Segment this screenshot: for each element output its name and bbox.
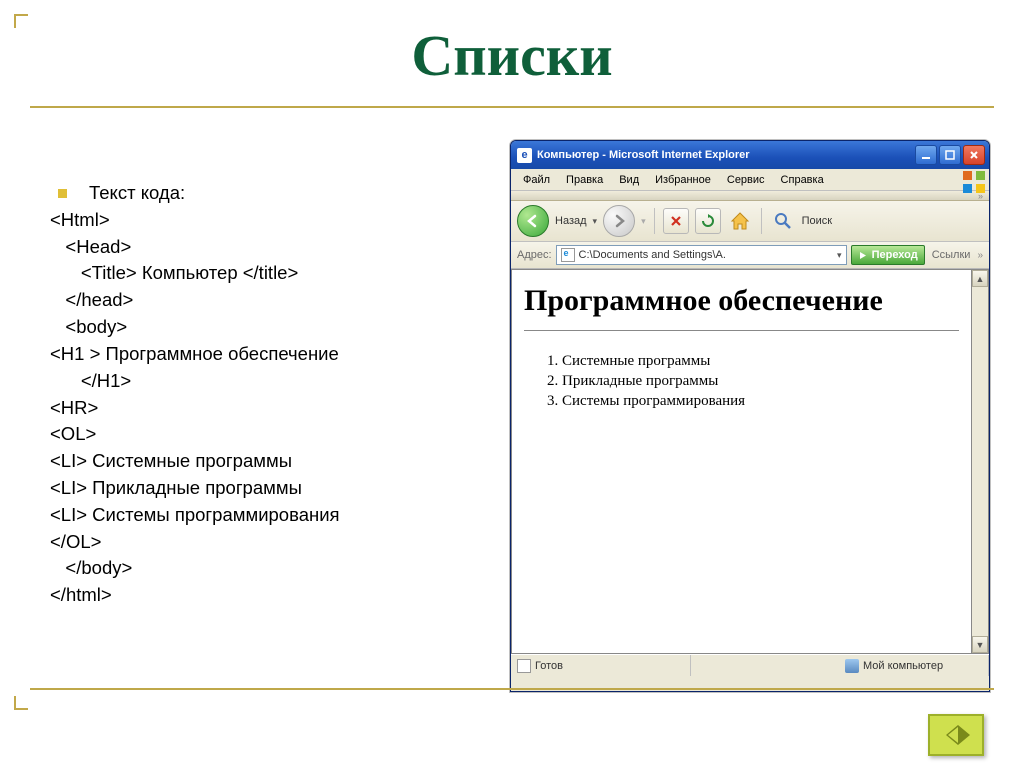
address-input[interactable]: C:\Documents and Settings\А. ▾ [556, 245, 847, 265]
corner-decoration-bl [14, 696, 28, 710]
code-line: <OL> [50, 421, 470, 448]
code-line: </OL> [50, 529, 470, 556]
back-button[interactable] [517, 205, 549, 237]
address-bar: Адрес: C:\Documents and Settings\А. ▾ Пе… [511, 242, 989, 269]
navigation-toolbar: Назад ▾ ▾ Поиск [511, 201, 989, 242]
code-line: <body> [50, 314, 470, 341]
maximize-button[interactable] [939, 145, 961, 165]
stop-button[interactable] [663, 208, 689, 234]
ie-icon: e [517, 148, 532, 163]
forward-button[interactable] [603, 205, 635, 237]
mycomputer-icon [845, 659, 859, 673]
code-line: <Head> [50, 234, 470, 261]
page-content: Программное обеспечение Системные програ… [511, 269, 972, 654]
code-line: <Html> [50, 207, 470, 234]
scroll-down-icon[interactable]: ▼ [972, 636, 988, 653]
fwd-dropdown-icon[interactable]: ▾ [641, 216, 646, 227]
status-zone: Мой компьютер [863, 660, 943, 672]
menu-edit[interactable]: Правка [558, 172, 611, 188]
search-button-icon[interactable] [770, 208, 796, 234]
search-label[interactable]: Поиск [802, 215, 832, 227]
scroll-track[interactable] [972, 287, 988, 636]
code-line: </body> [50, 555, 470, 582]
page-hr [524, 330, 959, 331]
menu-bar: Файл Правка Вид Избранное Сервис Справка [511, 169, 989, 191]
code-text-block: Текст кода: <Html> <Head> <Title> Компью… [50, 180, 470, 609]
list-item: Прикладные программы [562, 373, 959, 390]
status-ready: Готов [535, 660, 563, 672]
bullet-icon [58, 189, 67, 198]
address-dropdown-icon[interactable]: ▾ [837, 250, 842, 261]
code-line: </head> [50, 287, 470, 314]
address-value: C:\Documents and Settings\А. [579, 249, 726, 261]
go-label: Переход [872, 249, 918, 261]
windows-logo-icon [963, 171, 985, 193]
code-line: <LI> Системы программирования [50, 502, 470, 529]
code-line: </html> [50, 582, 470, 609]
close-button[interactable] [963, 145, 985, 165]
code-line: </H1> [50, 368, 470, 395]
home-button[interactable] [727, 208, 753, 234]
next-slide-button[interactable] [928, 714, 984, 756]
list-item: Системные программы [562, 353, 959, 370]
back-dropdown-icon[interactable]: ▾ [593, 216, 598, 227]
links-label[interactable]: Ссылки [929, 249, 974, 261]
code-line: <H1 > Программное обеспечение [50, 341, 470, 368]
bullet-label: Текст кода: [89, 180, 185, 207]
links-expand-icon[interactable]: » [977, 250, 983, 261]
address-label: Адрес: [517, 249, 552, 261]
menu-help[interactable]: Справка [773, 172, 832, 188]
menu-view[interactable]: Вид [611, 172, 647, 188]
scroll-up-icon[interactable]: ▲ [972, 270, 988, 287]
ie-window: e Компьютер - Microsoft Internet Explore… [510, 140, 990, 692]
code-line: <LI> Системные программы [50, 448, 470, 475]
page-heading: Программное обеспечение [524, 284, 959, 318]
status-page-icon [517, 659, 531, 673]
page-icon [561, 248, 575, 262]
slide-title: Списки [0, 22, 1024, 89]
window-title: Компьютер - Microsoft Internet Explorer [537, 149, 750, 161]
go-button[interactable]: Переход [851, 245, 925, 265]
code-line: <Title> Компьютер </title> [50, 260, 470, 287]
code-line: <HR> [50, 395, 470, 422]
divider-bottom [30, 688, 994, 690]
menu-favorites[interactable]: Избранное [647, 172, 719, 188]
menu-file[interactable]: Файл [515, 172, 558, 188]
separator [654, 208, 655, 234]
arrow-right-icon [942, 723, 970, 747]
back-label[interactable]: Назад [555, 215, 587, 227]
divider-top [30, 106, 994, 108]
code-line: <LI> Прикладные программы [50, 475, 470, 502]
minimize-button[interactable] [915, 145, 937, 165]
refresh-button[interactable] [695, 208, 721, 234]
window-titlebar[interactable]: e Компьютер - Microsoft Internet Explore… [511, 141, 989, 169]
vertical-scrollbar[interactable]: ▲ ▼ [972, 269, 989, 654]
page-list: Системные программы Прикладные программы… [524, 353, 959, 410]
list-item: Системы программирования [562, 393, 959, 410]
menu-tools[interactable]: Сервис [719, 172, 773, 188]
status-bar: Готов Мой компьютер [511, 654, 989, 676]
toolbar-expand[interactable]: » [511, 191, 989, 201]
separator [761, 208, 762, 234]
